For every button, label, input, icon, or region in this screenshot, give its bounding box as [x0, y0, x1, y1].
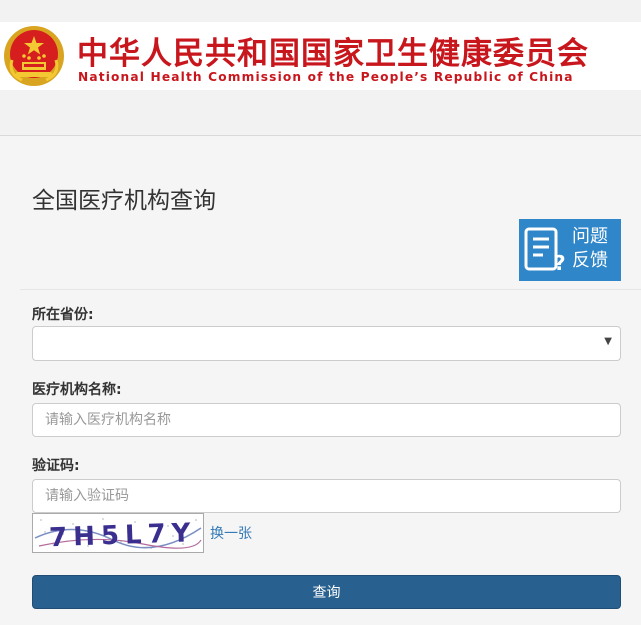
feedback-label: 问题 反馈 — [572, 225, 618, 273]
feedback-label-line1: 问题 — [572, 226, 608, 247]
national-emblem-icon — [4, 26, 64, 86]
feedback-document-icon: ? — [524, 227, 566, 275]
captcha-image[interactable]: 7H5L7Y — [32, 513, 204, 553]
captcha-label: 验证码: — [32, 458, 80, 474]
captcha-refresh-link[interactable]: 换一张 — [210, 523, 252, 543]
feedback-label-line2: 反馈 — [572, 250, 608, 271]
site-header: 中华人民共和国国家卫生健康委员会 National Health Commiss… — [0, 0, 641, 136]
svg-text:?: ? — [554, 251, 566, 275]
org-name-label: 医疗机构名称: — [32, 382, 122, 398]
site-title-cn: 中华人民共和国国家卫生健康委员会 — [77, 36, 589, 72]
province-select[interactable]: ▼ — [32, 326, 621, 361]
header-banner: 中华人民共和国国家卫生健康委员会 National Health Commiss… — [0, 22, 641, 90]
section-divider — [20, 289, 641, 290]
chevron-down-icon: ▼ — [604, 336, 612, 347]
province-label: 所在省份: — [32, 307, 94, 323]
page-title: 全国医疗机构查询 — [32, 188, 216, 214]
captcha-input[interactable] — [32, 479, 621, 513]
submit-button[interactable]: 查询 — [32, 575, 621, 609]
feedback-button[interactable]: ? 问题 反馈 — [519, 219, 621, 281]
captcha-text: 7H5L7Y — [49, 518, 197, 552]
org-name-input[interactable] — [32, 403, 621, 437]
site-title-en: National Health Commission of the People… — [78, 70, 574, 84]
